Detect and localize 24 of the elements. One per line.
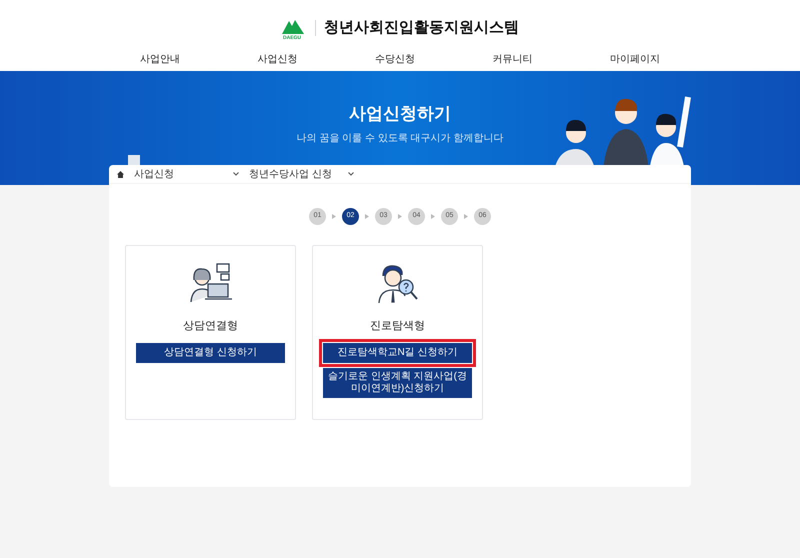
breadcrumb-dropdown[interactable]: 청년수당사업 신청	[249, 166, 354, 182]
breadcrumb-dropdown[interactable]: 사업신청	[134, 166, 239, 182]
chevron-right-icon	[398, 214, 402, 219]
chevron-down-icon	[348, 172, 354, 176]
card-title: 진로탐색형	[370, 319, 425, 334]
apply-button[interactable]: 상담연결형 신청하기	[136, 342, 285, 362]
nav-link[interactable]: 사업안내	[140, 52, 180, 66]
chevron-right-icon	[431, 214, 435, 219]
apply-button[interactable]: 진로탐색학교N길 신청하기	[323, 342, 472, 362]
banner-title: 사업신청하기	[349, 103, 451, 125]
card-title: 상담연결형	[183, 319, 238, 334]
nav-link[interactable]: 커뮤니티	[492, 52, 532, 66]
nav-link[interactable]: 사업신청	[258, 52, 298, 66]
chevron-right-icon	[332, 214, 336, 219]
counselor-laptop-icon	[188, 262, 234, 304]
banner-subtitle: 나의 꿈을 이룰 수 있도록 대구시가 함께합니다	[296, 132, 504, 146]
site-title: 청년사회진입활동지원시스템	[324, 18, 520, 38]
chevron-right-icon	[365, 214, 369, 219]
home-icon[interactable]	[117, 170, 124, 178]
nav-link[interactable]: 마이페이지	[610, 52, 660, 66]
nav-link[interactable]: 수당신청	[375, 52, 415, 66]
chevron-down-icon	[233, 172, 239, 176]
chevron-right-icon	[464, 214, 468, 219]
apply-button[interactable]: 슬기로운 인생계획 지원사업(경미이연계반)신청하기	[323, 368, 472, 398]
